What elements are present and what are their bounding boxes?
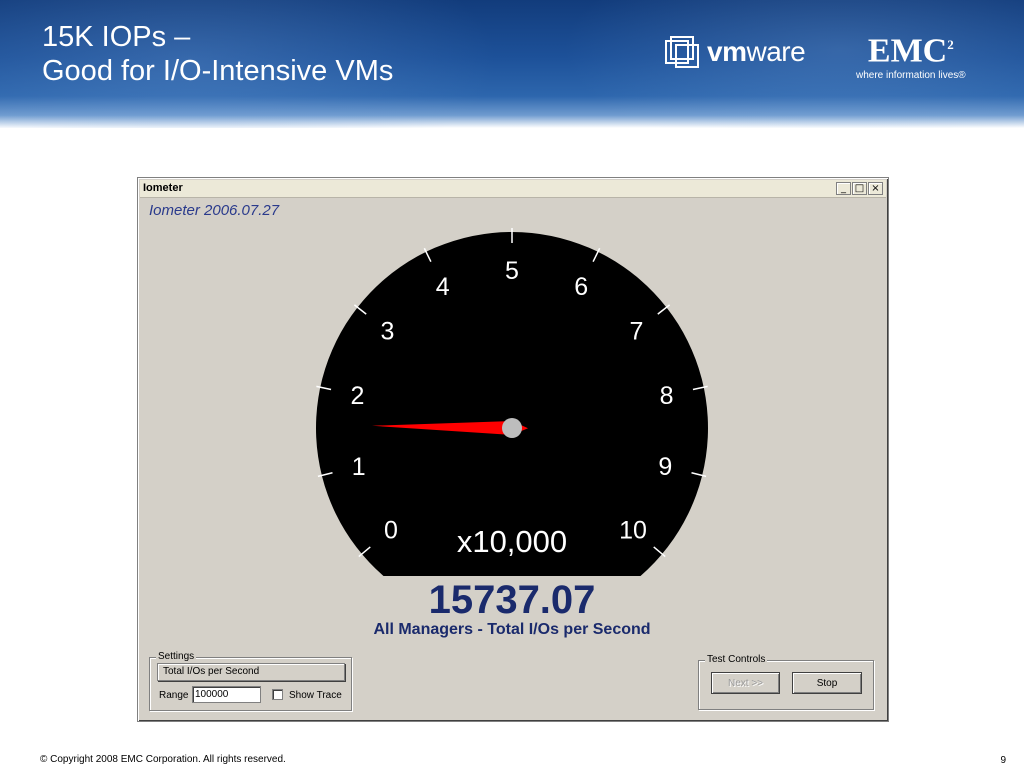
gauge-multiplier-label: x10,000: [457, 524, 567, 559]
gauge-scale-label-5: 5: [505, 257, 519, 285]
gauge-scale-label-6: 6: [574, 273, 588, 301]
gauge-scale-label-1: 1: [352, 453, 366, 481]
gauge-scale-label-0: 0: [384, 517, 398, 545]
gauge-readout-value: 15737.07: [428, 578, 596, 622]
range-label: Range: [159, 690, 189, 701]
gauge-readout-caption: All Managers - Total I/Os per Second: [373, 621, 651, 638]
app-version-label: Iometer 2006.07.27: [149, 202, 280, 219]
stop-button[interactable]: Stop: [792, 672, 862, 694]
emc-tagline: where information lives®: [856, 70, 966, 82]
vmware-wordmark: vmware: [707, 36, 806, 67]
window-title: Iometer: [143, 182, 183, 194]
settings-group: Settings Total I/Os per Second Range Sho…: [149, 651, 352, 711]
gauge-scale-label-8: 8: [660, 382, 674, 410]
settings-legend: Settings: [156, 651, 197, 662]
show-trace-label[interactable]: Show Trace: [289, 690, 342, 701]
test-controls-legend: Test Controls: [705, 654, 768, 665]
emc-wordmark: EMC2: [867, 32, 954, 70]
next-button[interactable]: Next >>: [711, 672, 780, 694]
slide-title: 15K IOPs – Good for I/O-Intensive VMs: [42, 20, 393, 88]
close-button[interactable]: ×: [868, 182, 883, 195]
gauge-scale-label-10: 10: [619, 517, 647, 545]
emc-logo: EMC2 where information lives®: [856, 28, 966, 82]
test-controls-group: Test Controls Next >> Stop: [698, 654, 874, 710]
vmware-squares-icon: [665, 36, 699, 68]
maximize-button[interactable]: □: [852, 182, 867, 195]
iometer-window: Iometer _ □ × Iometer 2006.07.27 0 1 2 3 4 5 6…: [137, 177, 889, 722]
window-titlebar[interactable]: Iometer _ □ ×: [140, 180, 886, 198]
range-input[interactable]: [192, 686, 261, 703]
vmware-logo: vmware: [665, 34, 806, 70]
slide-title-line2: Good for I/O-Intensive VMs: [42, 55, 394, 87]
show-trace-checkbox[interactable]: [272, 689, 283, 700]
footer-copyright: © Copyright 2008 EMC Corporation. All ri…: [40, 754, 286, 765]
metric-select[interactable]: Total I/Os per Second: [157, 663, 345, 681]
gauge-scale-label-7: 7: [630, 318, 644, 346]
gauge-hub: [502, 418, 522, 438]
gauge-scale-label-2: 2: [350, 382, 364, 410]
minimize-button[interactable]: _: [836, 182, 851, 195]
speedometer-gauge: 0 1 2 3 4 5 6 7 8 9 10 x10,000: [312, 228, 712, 593]
slide-header: 15K IOPs – Good for I/O-Intensive VMs vm…: [0, 0, 1024, 128]
gauge-scale-label-4: 4: [436, 273, 450, 301]
gauge-dial: 0 1 2 3 4 5 6 7 8 9 10 x10,000: [316, 228, 708, 576]
footer-page-number: 9: [1000, 755, 1006, 766]
gauge-scale-label-9: 9: [658, 453, 672, 481]
window-controls: _ □ ×: [836, 182, 883, 195]
gauge-scale-label-3: 3: [381, 318, 395, 346]
slide-title-line1: 15K IOPs –: [42, 21, 191, 53]
